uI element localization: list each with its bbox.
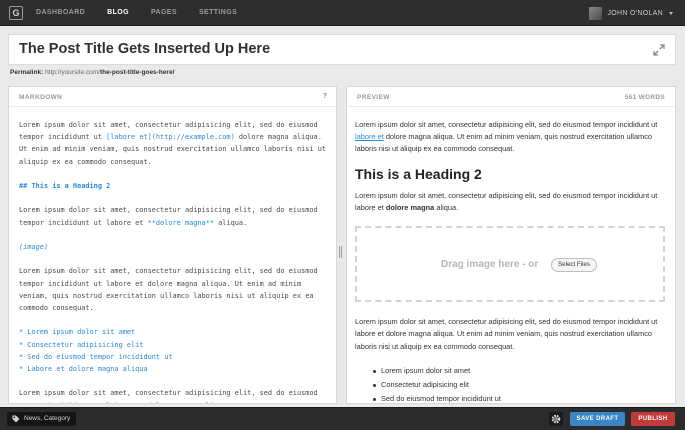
top-navigation-bar: G DASHBOARD BLOG PAGES SETTINGS JOHN O'N… [0,0,685,26]
preview-list: Lorem ipsum dolor sit amet Consectetur a… [373,365,669,403]
md-paragraph-2: Lorem ipsum dolor sit amet, consectetur … [19,204,329,228]
preview-link[interactable]: labore et [355,132,384,141]
pv-text: aliqua. [434,203,459,213]
preview-paragraph-2: Lorem ipsum dolor sit amet, consectetur … [355,190,669,214]
post-title-field[interactable]: The Post Title Gets Inserted Up Here [8,34,676,65]
pv-text: dolore magna aliqua. Ut enim ad minim ve… [355,132,653,154]
dropzone-text: Drag image here - or [441,259,539,271]
bottom-toolbar: News, Category SAVE DRAFT PUBLISH [0,407,685,430]
preview-list-item: Lorem ipsum dolor sit amet [373,365,669,377]
permalink-label: Permalink: [10,69,44,76]
gear-icon [551,414,561,424]
splitter-handle-icon[interactable] [339,246,344,258]
publish-button[interactable]: PUBLISH [631,412,675,426]
md-list-item: * Consectetur adipisicing elit [19,340,144,349]
tags-label: News, Category [24,415,71,422]
caret-down-icon [669,11,673,15]
expand-icon[interactable] [653,44,665,56]
main-nav: DASHBOARD BLOG PAGES SETTINGS [36,0,259,26]
settings-button[interactable] [549,412,563,426]
tags-button[interactable]: News, Category [7,412,77,426]
preview-list-item: Consectetur adipisicing elit [373,379,669,391]
avatar [588,6,602,20]
preview-paragraph-1: Lorem ipsum dolor sit amet, consectetur … [355,119,669,156]
md-paragraph-3: Lorem ipsum dolor sit amet, consectetur … [19,267,318,312]
tag-icon [12,415,20,423]
md-link: [labore et](http://example.com) [106,133,235,142]
preview-content: Lorem ipsum dolor sit amet, consectetur … [355,119,669,403]
markdown-editor[interactable]: Lorem ipsum dolor sit amet, consectetur … [19,119,329,403]
select-files-button[interactable]: Select Files [551,258,597,273]
pv-text: Lorem ipsum dolor sit amet, consectetur … [355,120,658,129]
preview-list-item: Sed do eiusmod tempor incididunt ut [373,393,669,403]
markdown-label: MARKDOWN [19,94,63,101]
md-list-item: * Lorem ipsum dolor sit amet [19,328,136,337]
logo-icon[interactable]: G [9,6,23,20]
preview-paragraph-3: Lorem ipsum dolor sit amet, consectetur … [355,317,658,351]
image-dropzone[interactable]: Drag image here - or Select Files [355,226,665,303]
help-icon[interactable]: ? [323,93,327,100]
md-bold: **dolore magna** [147,218,214,227]
permalink-base: http://yoursite.com/ [45,69,100,76]
permalink-slug[interactable]: the-post-title-goes-here/ [100,69,174,76]
md-list-item: * Sed do eiusmod tempor incididunt ut [19,352,173,361]
preview-heading: This is a Heading 2 [355,165,482,182]
user-name: JOHN O'NOLAN [607,9,663,17]
nav-dashboard[interactable]: DASHBOARD [36,0,85,26]
nav-blog[interactable]: BLOG [107,0,129,26]
nav-settings[interactable]: SETTINGS [199,0,237,26]
md-list-item: * Labore et dolore magna aliqua [19,364,148,373]
preview-pane: PREVIEW 561 WORDS Lorem ipsum dolor sit … [346,86,676,404]
pv-bold: dolore magna [385,203,435,213]
markdown-header: MARKDOWN ? [9,87,336,107]
nav-pages[interactable]: PAGES [151,0,177,26]
markdown-pane: MARKDOWN ? Lorem ipsum dolor sit amet, c… [8,86,337,404]
post-title[interactable]: The Post Title Gets Inserted Up Here [19,41,270,57]
user-menu[interactable]: JOHN O'NOLAN [588,0,673,26]
md-list: * Lorem ipsum dolor sit amet * Consectet… [19,326,329,375]
preview-label: PREVIEW [357,94,390,101]
preview-header: PREVIEW 561 WORDS [347,87,675,107]
md-image-tag: (image) [19,242,49,251]
word-count: 561 WORDS [624,94,665,101]
md-paragraph-1: Lorem ipsum dolor sit amet, consectetur … [19,119,329,168]
md-text: aliqua. [214,218,248,227]
md-heading: ## This is a Heading 2 [19,182,111,190]
permalink: Permalink: http://yoursite.com/the-post-… [10,69,174,76]
save-draft-button[interactable]: SAVE DRAFT [570,412,625,426]
md-paragraph-4: Lorem ipsum dolor sit amet, consectetur … [19,389,318,403]
